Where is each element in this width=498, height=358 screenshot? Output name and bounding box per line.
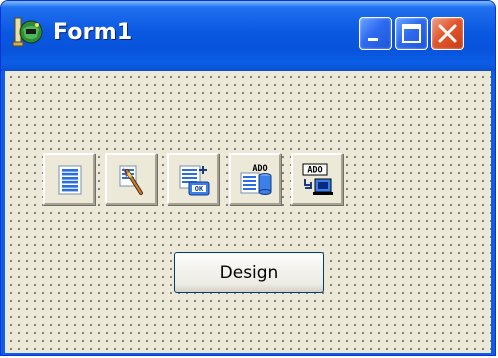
maximize-icon: [402, 24, 421, 43]
magic-wand-button[interactable]: [105, 153, 157, 205]
list-ok-icon: OK: [179, 165, 210, 196]
ado-connection-button[interactable]: ADO: [291, 153, 343, 205]
design-button[interactable]: Design: [174, 252, 324, 293]
close-icon: [438, 24, 457, 43]
maximize-button[interactable]: [395, 17, 428, 50]
svg-text:ADO: ADO: [307, 166, 322, 176]
minimize-button[interactable]: [359, 17, 392, 50]
ado-dataset-button[interactable]: ADO: [229, 153, 281, 205]
title-bar[interactable]: Form1: [1, 1, 495, 71]
delphi-helmet-icon[interactable]: [11, 15, 45, 49]
minimize-icon: [368, 38, 378, 41]
svg-text:OK: OK: [195, 185, 204, 193]
magic-wand-icon: [119, 165, 143, 195]
list-page-icon: [58, 165, 82, 195]
list-ok-button[interactable]: OK: [167, 153, 219, 205]
form1-window: Form1 OK ADO ADO Design: [0, 0, 496, 356]
ado-connection-icon: ADO: [302, 163, 333, 195]
list-page-button[interactable]: [43, 153, 95, 205]
ado-dataset-icon: ADO: [240, 164, 272, 195]
window-title: Form1: [53, 20, 133, 45]
close-button[interactable]: [431, 17, 464, 50]
form-client-area: OK ADO ADO Design: [5, 71, 491, 353]
